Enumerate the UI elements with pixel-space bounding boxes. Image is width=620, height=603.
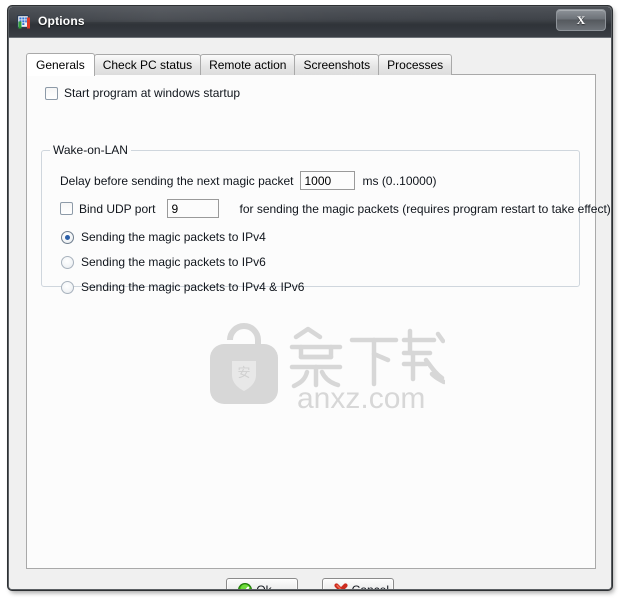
ok-check-icon <box>237 582 253 589</box>
ok-button-label: Ok <box>256 583 272 590</box>
radio-ipv4-ipv6[interactable] <box>61 280 74 294</box>
startup-checkbox[interactable] <box>45 86 58 100</box>
watermark-site-text: anxz.com <box>297 382 425 412</box>
radio-ipv4[interactable] <box>61 230 74 244</box>
radio-row-ipv4[interactable]: Sending the magic packets to IPv4 <box>61 230 266 244</box>
startup-checkbox-row[interactable]: Start program at windows startup <box>45 86 240 100</box>
delay-unit-label: ms (0..10000) <box>362 173 437 188</box>
delay-input[interactable] <box>300 171 356 190</box>
radio-ipv4-label: Sending the magic packets to IPv4 <box>81 230 266 244</box>
window-title: Options <box>38 14 85 28</box>
delay-row: Delay before sending the next magic pack… <box>60 171 437 190</box>
options-app-icon <box>16 13 33 30</box>
watermark-badge-text: 安 <box>237 365 250 380</box>
startup-label: Start program at windows startup <box>64 86 241 100</box>
udp-port-input[interactable] <box>167 199 220 218</box>
bind-udp-port-label: Bind UDP port <box>79 201 156 216</box>
radio-row-ipv6[interactable]: Sending the magic packets to IPv6 <box>61 255 266 269</box>
tab-remote-action[interactable]: Remote action <box>200 54 296 75</box>
cancel-button-label: Cancel <box>351 583 390 590</box>
bind-udp-port-suffix-label: for sending the magic packets (requires … <box>239 201 611 216</box>
tab-page-generals: Start program at windows startup Wake-on… <box>26 74 611 569</box>
ok-button[interactable]: Ok <box>226 578 299 590</box>
cancel-cross-icon <box>333 582 349 589</box>
title-bar: Options X <box>9 7 611 38</box>
tab-screenshots[interactable]: Screenshots <box>294 54 380 75</box>
close-button[interactable]: X <box>556 9 606 31</box>
delay-label: Delay before sending the next magic pack… <box>60 173 294 188</box>
bind-udp-port-checkbox[interactable] <box>60 202 73 215</box>
radio-ipv4-ipv6-label: Sending the magic packets to IPv4 & IPv6 <box>81 280 305 294</box>
tab-generals[interactable]: Generals <box>26 53 95 76</box>
dialog-client-area: Generals Check PC status Remote action S… <box>9 38 611 590</box>
tab-processes[interactable]: Processes <box>378 54 453 75</box>
dialog-button-bar: Ok Cancel <box>9 578 611 590</box>
wake-on-lan-groupbox: Wake-on-LAN Delay before sending the nex… <box>41 143 611 294</box>
site-watermark: 安 anxz.com <box>200 320 447 415</box>
tab-check-pc-status[interactable]: Check PC status <box>93 54 202 75</box>
tab-strip: Generals Check PC status Remote action S… <box>26 53 453 76</box>
cancel-button[interactable]: Cancel <box>321 578 394 590</box>
radio-ipv6-label: Sending the magic packets to IPv6 <box>81 255 266 269</box>
radio-ipv6[interactable] <box>61 255 74 269</box>
options-dialog-window: Options X Generals Check PC status Remot… <box>8 6 612 590</box>
wake-on-lan-legend: Wake-on-LAN <box>50 143 131 157</box>
bind-udp-port-row: Bind UDP port for sending the magic pack… <box>60 199 611 218</box>
radio-row-ipv4-ipv6[interactable]: Sending the magic packets to IPv4 & IPv6 <box>61 280 304 294</box>
